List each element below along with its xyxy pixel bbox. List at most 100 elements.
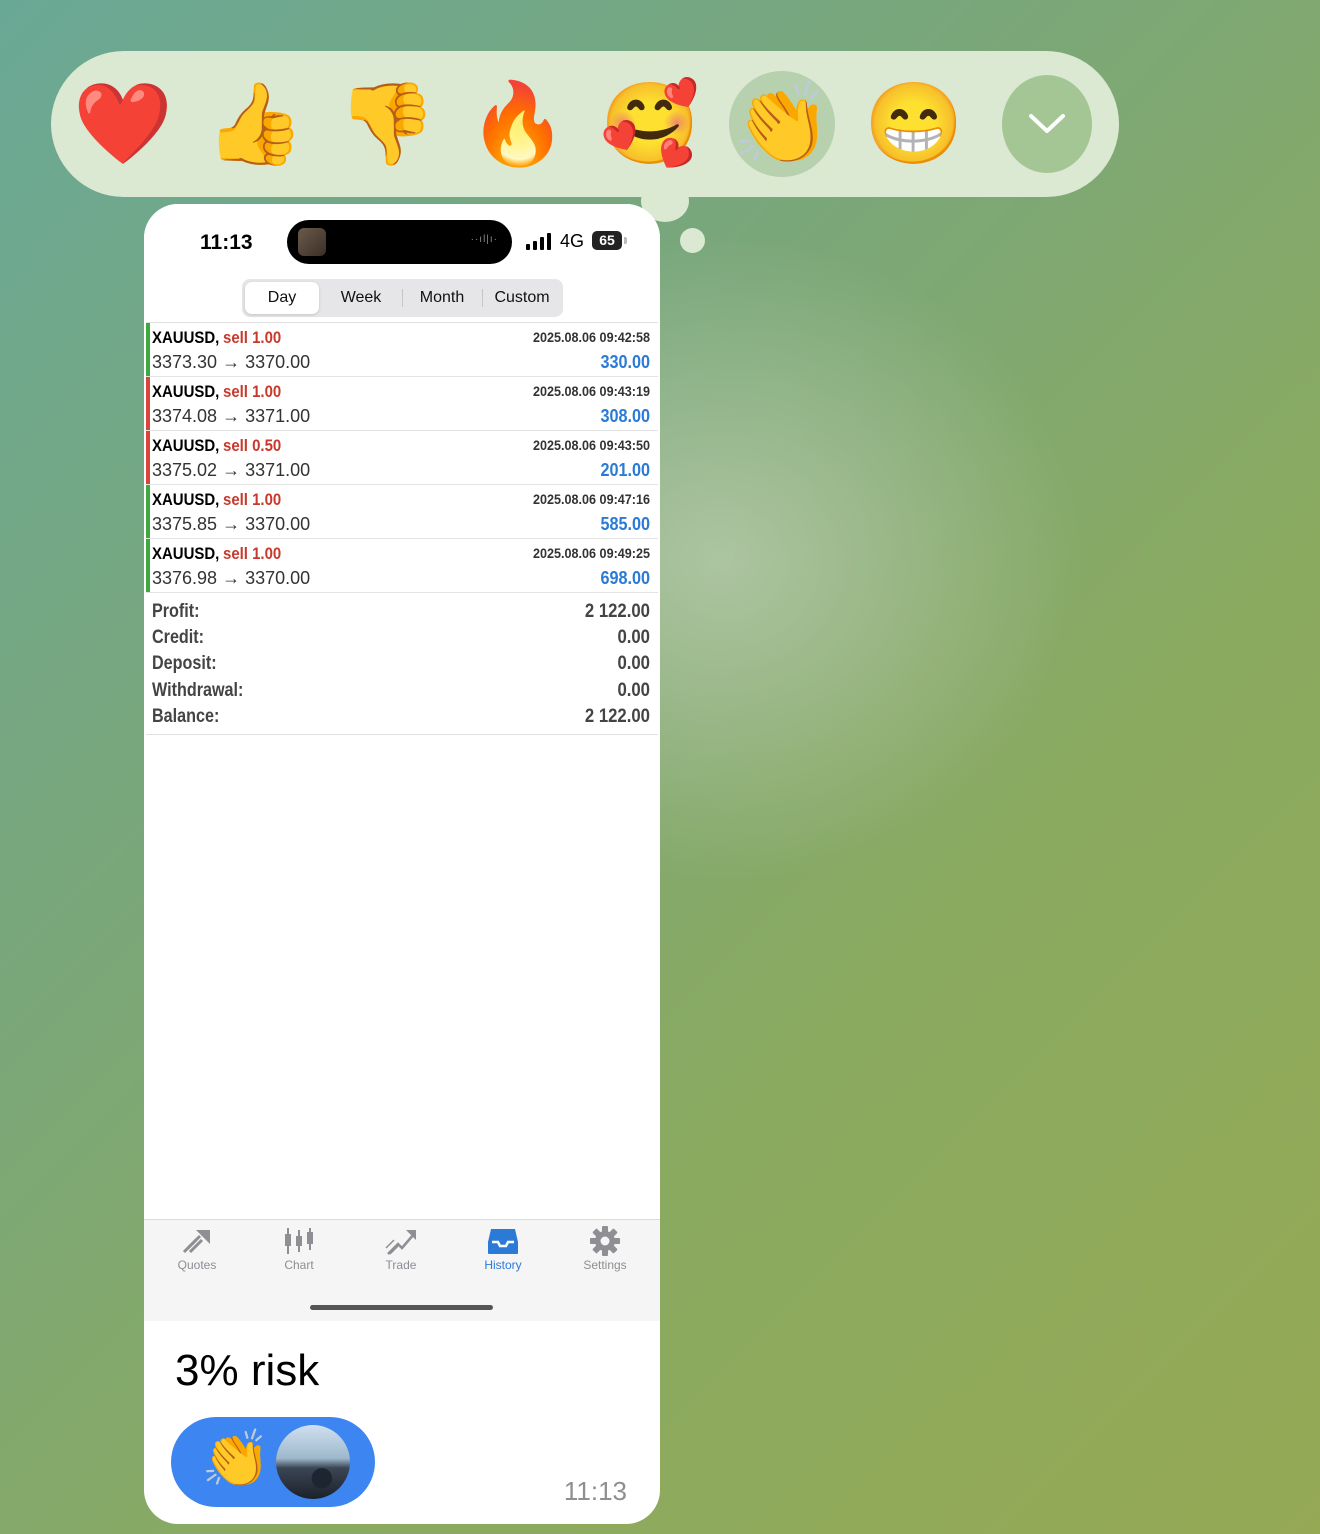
- close-price: 3370.00: [245, 514, 311, 534]
- open-price: 3374.08: [152, 406, 218, 426]
- summary-value: 2 122.00: [584, 706, 650, 727]
- segment-day[interactable]: Day: [245, 282, 319, 314]
- period-segmented-control: Day Week Month Custom: [242, 279, 563, 317]
- trade-history-list: XAUUSD, sell 1.00 3373.30 → 3370.00 2025…: [146, 322, 658, 593]
- trade-profit: 308.00: [600, 406, 650, 426]
- network-type: 4G: [560, 231, 585, 251]
- open-price: 3375.02: [152, 460, 218, 480]
- trade-prices: 3376.98 → 3370.00: [152, 568, 310, 589]
- reaction-tail-dot-small: [680, 228, 705, 253]
- summary-value: 0.00: [617, 653, 650, 674]
- open-price: 3375.85: [152, 514, 218, 534]
- trade-symbol: XAUUSD,: [152, 490, 220, 509]
- dynamic-island: ··ıl|ı·: [287, 220, 512, 264]
- trade-time: 2025.08.06 09:43:50: [533, 437, 650, 453]
- summary-label: Credit:: [152, 627, 205, 648]
- trade-symbol: XAUUSD,: [152, 328, 220, 347]
- reaction-thumbs-up[interactable]: 👍: [202, 71, 308, 177]
- status-time: 11:13: [200, 231, 253, 254]
- attached-screenshot[interactable]: 11:13 ··ıl|ı· 4G 65 Day Week Month Custo…: [144, 204, 660, 1321]
- trade-side: sell 0.50: [223, 436, 282, 455]
- summary-row-balance: Balance: 2 122.00: [146, 706, 658, 732]
- tab-trade[interactable]: Trade: [356, 1226, 446, 1282]
- trade-profit: 201.00: [600, 460, 650, 480]
- close-price: 3371.00: [245, 406, 311, 426]
- arrow-icon: →: [222, 568, 241, 588]
- trade-row[interactable]: XAUUSD, sell 0.50 3375.02 → 3371.00 2025…: [146, 431, 658, 485]
- reaction-thumbs-down[interactable]: 👎: [334, 71, 440, 177]
- account-summary: Profit: 2 122.00 Credit: 0.00 Deposit: 0…: [146, 594, 658, 735]
- audio-wave-icon: ··ıl|ı·: [470, 234, 498, 245]
- trade-time: 2025.08.06 09:42:58: [533, 329, 650, 345]
- summary-label: Balance:: [152, 706, 220, 727]
- summary-value: 0.00: [617, 680, 650, 701]
- close-price: 3371.00: [245, 460, 311, 480]
- avatar: [276, 1425, 350, 1499]
- reaction-grin[interactable]: 😁: [861, 71, 967, 177]
- trade-profit: 330.00: [600, 352, 650, 372]
- summary-row-credit: Credit: 0.00: [146, 627, 658, 653]
- trade-side: sell 1.00: [223, 328, 282, 347]
- trade-time: 2025.08.06 09:49:25: [533, 545, 650, 561]
- trade-status-bar: [146, 431, 150, 484]
- tab-quotes[interactable]: Quotes: [152, 1226, 242, 1282]
- tab-history[interactable]: History: [458, 1226, 548, 1282]
- message-text: 3% risk: [175, 1346, 320, 1395]
- trade-status-bar: [146, 377, 150, 430]
- trade-symbol: XAUUSD,: [152, 544, 220, 563]
- trade-profit: 585.00: [600, 514, 650, 534]
- close-price: 3370.00: [245, 352, 311, 372]
- summary-row-deposit: Deposit: 0.00: [146, 653, 658, 679]
- bottom-tab-bar: Quotes Chart Trade History Settings: [144, 1219, 660, 1321]
- summary-value: 2 122.00: [584, 601, 650, 622]
- reaction-clap[interactable]: 👏: [729, 71, 835, 177]
- trade-status-bar: [146, 539, 150, 592]
- status-bar: 11:13 ··ıl|ı· 4G 65: [144, 204, 660, 274]
- trade-row[interactable]: XAUUSD, sell 1.00 3375.85 → 3370.00 2025…: [146, 485, 658, 539]
- trade-icon: [385, 1230, 416, 1255]
- trade-time: 2025.08.06 09:43:19: [533, 383, 650, 399]
- open-price: 3376.98: [152, 568, 218, 588]
- tab-label: Settings: [583, 1258, 627, 1272]
- trade-time: 2025.08.06 09:47:16: [533, 491, 650, 507]
- reaction-heart[interactable]: ❤️: [70, 71, 176, 177]
- arrow-icon: →: [222, 406, 241, 426]
- arrow-icon: →: [222, 460, 241, 480]
- reaction-bar: ❤️ 👍 👎 🔥 🥰 👏 😁: [51, 51, 1119, 197]
- tab-settings[interactable]: Settings: [560, 1226, 650, 1282]
- summary-label: Withdrawal:: [152, 680, 244, 701]
- trade-symbol: XAUUSD,: [152, 382, 220, 401]
- message-bubble[interactable]: 11:13 ··ıl|ı· 4G 65 Day Week Month Custo…: [144, 204, 660, 1524]
- home-indicator: [310, 1305, 493, 1310]
- open-price: 3373.30: [152, 352, 218, 372]
- tab-label: Chart: [284, 1258, 314, 1272]
- segment-custom[interactable]: Custom: [483, 282, 561, 314]
- trade-prices: 3375.85 → 3370.00: [152, 514, 310, 535]
- summary-row-profit: Profit: 2 122.00: [146, 601, 658, 627]
- tab-label: History: [484, 1258, 522, 1272]
- chart-icon: [285, 1228, 313, 1254]
- summary-label: Deposit:: [152, 653, 217, 674]
- segment-month[interactable]: Month: [403, 282, 481, 314]
- clap-emoji: 👏: [201, 1427, 271, 1490]
- reaction-smiling-hearts[interactable]: 🥰: [597, 71, 703, 177]
- close-price: 3370.00: [245, 568, 311, 588]
- tab-chart[interactable]: Chart: [254, 1226, 344, 1282]
- trade-status-bar: [146, 323, 150, 376]
- message-reaction-chip[interactable]: 👏: [171, 1417, 375, 1507]
- trade-row[interactable]: XAUUSD, sell 1.00 3373.30 → 3370.00 2025…: [146, 323, 658, 377]
- trade-row[interactable]: XAUUSD, sell 1.00 3376.98 → 3370.00 2025…: [146, 539, 658, 593]
- trade-status-bar: [146, 485, 150, 538]
- trade-symbol: XAUUSD,: [152, 436, 220, 455]
- trade-profit: 698.00: [600, 568, 650, 588]
- battery-tip: [624, 237, 627, 244]
- expand-reactions-button[interactable]: [1002, 75, 1092, 173]
- tab-label: Trade: [385, 1258, 417, 1272]
- segment-week[interactable]: Week: [322, 282, 400, 314]
- reaction-fire[interactable]: 🔥: [465, 71, 571, 177]
- history-icon: [488, 1229, 518, 1254]
- tab-label: Quotes: [177, 1258, 217, 1272]
- trade-prices: 3374.08 → 3371.00: [152, 406, 310, 427]
- arrow-icon: →: [222, 514, 241, 534]
- trade-row[interactable]: XAUUSD, sell 1.00 3374.08 → 3371.00 2025…: [146, 377, 658, 431]
